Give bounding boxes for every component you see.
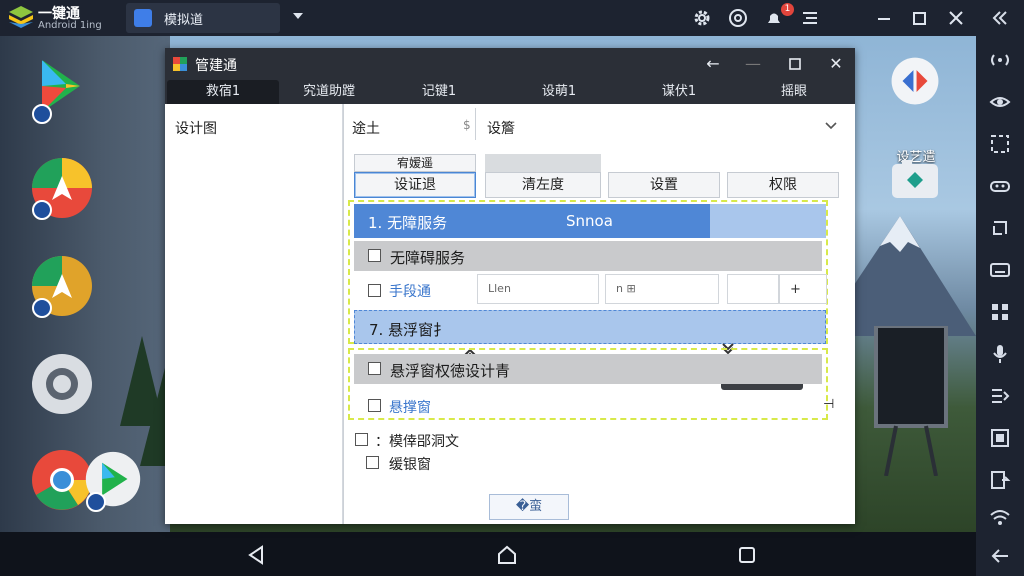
accessibility-checkbox[interactable] xyxy=(368,249,381,262)
nav-home-icon[interactable] xyxy=(496,544,518,566)
row-end-marker: ⊣ xyxy=(823,397,835,412)
bluestacks-logo-icon xyxy=(9,6,33,28)
tab-5[interactable]: 谋伏1 xyxy=(619,80,739,104)
floating-permission-checkbox[interactable] xyxy=(368,362,381,375)
settings-button[interactable]: 设证退 xyxy=(354,172,476,198)
app-badge-icon xyxy=(32,104,52,124)
tab-3[interactable]: 记键1 xyxy=(379,80,499,104)
confirm-button[interactable]: �蛮 xyxy=(489,494,569,520)
option-label: ：模倖郘洞文 xyxy=(375,434,459,450)
app-badge-icon xyxy=(32,298,52,318)
left-pane-label: 设计图 xyxy=(175,121,217,137)
header-left-label: 途土 xyxy=(352,121,380,137)
left-pane: 设计图 xyxy=(165,104,343,524)
maximize-icon[interactable] xyxy=(910,8,930,28)
permission-button[interactable]: 权限 xyxy=(727,172,839,198)
back-arrow-icon[interactable] xyxy=(988,544,1012,568)
shortcut-checkbox[interactable] xyxy=(368,284,381,297)
app-badge-icon xyxy=(32,200,52,220)
shortcut-link[interactable]: 手段通 xyxy=(389,281,431,301)
minimize-icon[interactable] xyxy=(874,8,894,28)
window-minimize-button[interactable]: — xyxy=(743,54,763,74)
setup-button[interactable]: 设置 xyxy=(608,172,720,198)
pane-divider xyxy=(343,104,344,524)
top-small-button[interactable]: 宥嫒遥 xyxy=(354,154,476,172)
app-tab-label: 模拟道 xyxy=(164,13,204,28)
option-checkbox[interactable] xyxy=(355,433,368,446)
floating-window-link[interactable]: 悬撑窗 xyxy=(389,397,431,417)
background-monitor xyxy=(874,326,948,476)
header-sort-icon[interactable]: $ xyxy=(463,118,471,132)
clear-button[interactable]: 清左度 xyxy=(485,172,601,198)
broadcast-icon[interactable] xyxy=(988,48,1012,72)
floating-permission-row[interactable]: 悬浮窗权徳设计青 xyxy=(354,354,822,384)
floating-window-section-title: 7. 悬浮窗扌 xyxy=(369,321,449,339)
floating-window-checkbox[interactable] xyxy=(368,399,381,412)
tab-6[interactable]: 摇眼 xyxy=(739,80,849,104)
screenshot-icon[interactable] xyxy=(988,426,1012,450)
resize-icon[interactable] xyxy=(988,132,1012,156)
placeholder-strip xyxy=(485,154,601,172)
wifi-icon[interactable] xyxy=(988,506,1012,530)
option-checkbox[interactable] xyxy=(366,456,379,469)
accessibility-service-label: 无障碍服务 xyxy=(390,249,466,267)
floating-window-section-row[interactable]: 7. 悬浮窗扌 xyxy=(354,310,826,344)
app-badge-icon xyxy=(86,492,106,512)
chevron-down-icon[interactable] xyxy=(825,122,837,130)
window-title: 管建通 xyxy=(195,58,237,74)
accessibility-section-extra: Snnoa xyxy=(566,212,613,230)
table-cell: Llen xyxy=(477,274,599,304)
accessibility-section-title: 1. 无障服务 xyxy=(368,214,448,232)
collapse-sidebar-icon[interactable] xyxy=(988,6,1012,30)
app-window: 管建通 ← — ✕ 救宿1 究道助蹚 记键1 设萌1 谋伏1 摇眼 设计图 途土… xyxy=(165,48,855,524)
microphone-icon[interactable] xyxy=(988,342,1012,366)
eye-icon[interactable] xyxy=(988,90,1012,114)
window-close-button[interactable]: ✕ xyxy=(826,54,846,74)
menu-icon[interactable] xyxy=(800,8,820,28)
accessibility-row-fill xyxy=(710,204,826,238)
rotate-icon[interactable] xyxy=(988,216,1012,240)
android-nav-bar xyxy=(0,532,976,576)
header-divider xyxy=(475,108,476,140)
emulator-top-bar: 一键通 Android 1ing 模拟道 1 xyxy=(0,0,976,36)
close-icon[interactable] xyxy=(946,8,966,28)
window-titlebar: 管建通 ← — ✕ xyxy=(165,48,855,80)
apps-grid-icon[interactable] xyxy=(988,300,1012,324)
home-icon xyxy=(134,9,152,27)
tab-1[interactable]: 救宿1 xyxy=(167,80,279,104)
option-label: 缓银窗 xyxy=(389,457,431,473)
keyboard-icon[interactable] xyxy=(988,258,1012,282)
window-back-button[interactable]: ← xyxy=(703,54,723,74)
window-restore-button[interactable] xyxy=(785,54,805,74)
account-icon[interactable] xyxy=(728,8,748,28)
accessibility-service-row[interactable]: 无障碍服务 xyxy=(354,241,822,271)
install-apk-icon[interactable] xyxy=(988,468,1012,492)
tab-2[interactable]: 究道助蹚 xyxy=(279,80,379,104)
nav-back-icon[interactable] xyxy=(246,544,268,566)
header-right-label: 设簷 xyxy=(487,121,515,137)
settings-gear-icon[interactable] xyxy=(692,8,712,28)
accessibility-section-row[interactable]: 1. 无障服务 Snnoa xyxy=(354,204,710,238)
table-cell: n ⊞ xyxy=(605,274,719,304)
add-cell-button[interactable]: + xyxy=(779,274,827,304)
tab-4[interactable]: 设萌1 xyxy=(499,80,619,104)
macro-icon[interactable] xyxy=(988,384,1012,408)
media-app-icon[interactable] xyxy=(892,160,938,200)
nav-recents-icon[interactable] xyxy=(736,544,758,566)
table-cell xyxy=(727,274,779,304)
chevron-down-icon[interactable] xyxy=(292,11,304,21)
camera-app-icon[interactable] xyxy=(30,352,94,416)
floating-permission-label: 悬浮窗权徳设计青 xyxy=(390,362,511,380)
brand-subtitle: Android 1ing xyxy=(38,20,102,31)
app-logo-icon xyxy=(173,57,187,71)
emulator-right-sidebar xyxy=(976,0,1024,576)
app-tab[interactable]: 模拟道 xyxy=(126,3,280,33)
gamepad-icon[interactable] xyxy=(988,174,1012,198)
notification-badge: 1 xyxy=(781,3,794,16)
window-tab-bar: 救宿1 究道助蹚 记键1 设萌1 谋伏1 摇眼 xyxy=(165,80,855,104)
settings-app-icon[interactable] xyxy=(890,56,940,106)
